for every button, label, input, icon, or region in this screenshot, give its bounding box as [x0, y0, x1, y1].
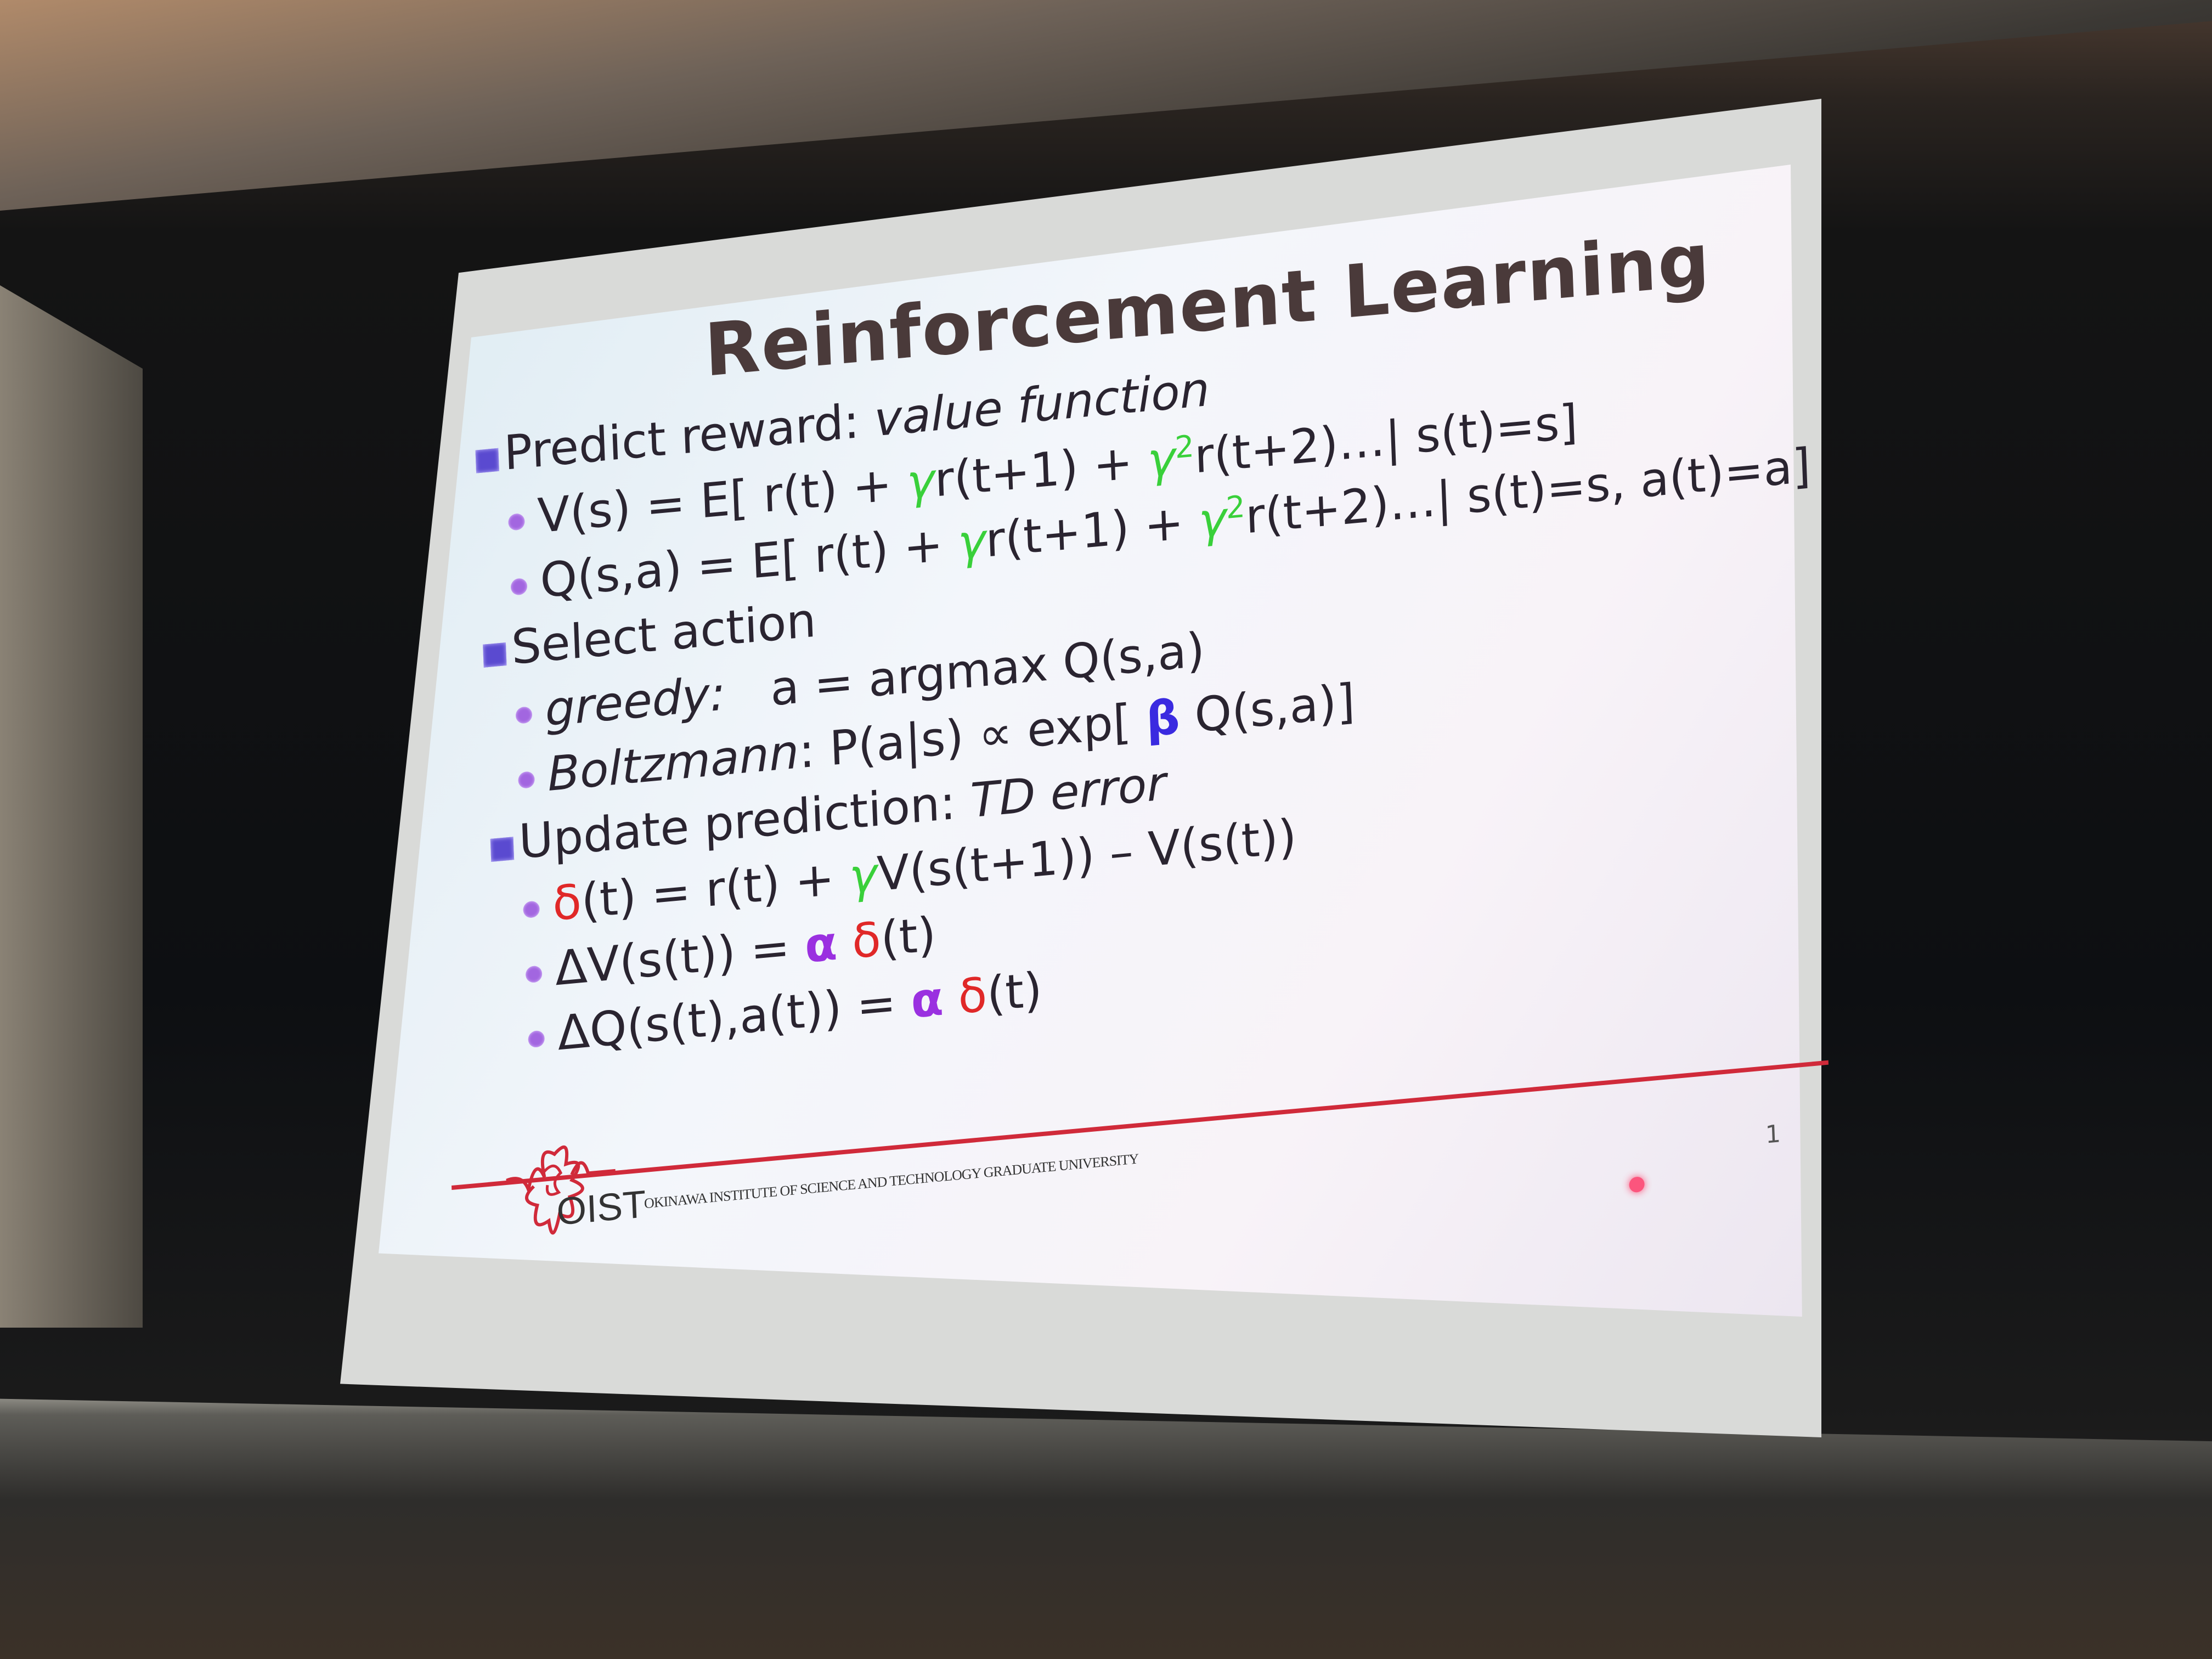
text-segment: γ [957, 513, 987, 571]
text-segment [942, 970, 959, 1026]
wall [0, 285, 143, 1328]
footer-divider [452, 1060, 1829, 1190]
text-segment: (t) = r(t) + [580, 849, 850, 929]
text-segment: δ [851, 912, 882, 970]
text-segment: (t) [986, 962, 1043, 1023]
logo-text: OIST [556, 1182, 647, 1233]
text-segment: r(t+1) + [984, 494, 1200, 568]
text-segment: greedy: [544, 666, 727, 738]
round-bullet-icon [510, 577, 528, 596]
text-segment: γ [1146, 431, 1177, 489]
institution-name: OKINAWA INSTITUTE OF SCIENCE AND TECHNOL… [644, 1150, 1139, 1212]
text-segment: γ [848, 847, 878, 905]
square-bullet-icon [483, 642, 507, 668]
text-segment: r(t+1) + [933, 433, 1149, 508]
text-segment: TD error [969, 755, 1167, 829]
round-bullet-icon [507, 512, 525, 531]
page-number: 1 [1765, 1120, 1781, 1149]
text-segment: (t) [879, 907, 937, 967]
text-segment: α [910, 971, 945, 1029]
text-segment: γ [905, 453, 936, 511]
laser-pointer-dot [1629, 1176, 1645, 1193]
square-bullet-icon [475, 448, 499, 473]
text-segment: Boltzmann [546, 724, 800, 803]
slide: Reinforcement Learning Predict reward: v… [417, 156, 1877, 1328]
text-segment: β [1145, 690, 1181, 748]
text-segment [836, 915, 853, 971]
text-segment: δ [551, 874, 583, 932]
text-segment: γ [1197, 491, 1228, 549]
text-segment: ΔV(s(t)) = [554, 918, 806, 997]
text-segment: 2 [1174, 428, 1195, 466]
text-segment: Q(s,a)] [1178, 674, 1356, 745]
text-segment: 2 [1225, 488, 1246, 526]
square-bullet-icon [490, 837, 515, 862]
round-bullet-icon [528, 1030, 545, 1048]
round-bullet-icon [518, 771, 535, 789]
text-segment: α [804, 916, 838, 974]
stage [0, 1398, 2212, 1659]
round-bullet-icon [515, 706, 533, 724]
round-bullet-icon [523, 900, 540, 919]
text-segment: δ [957, 967, 988, 1025]
round-bullet-icon [525, 965, 543, 984]
